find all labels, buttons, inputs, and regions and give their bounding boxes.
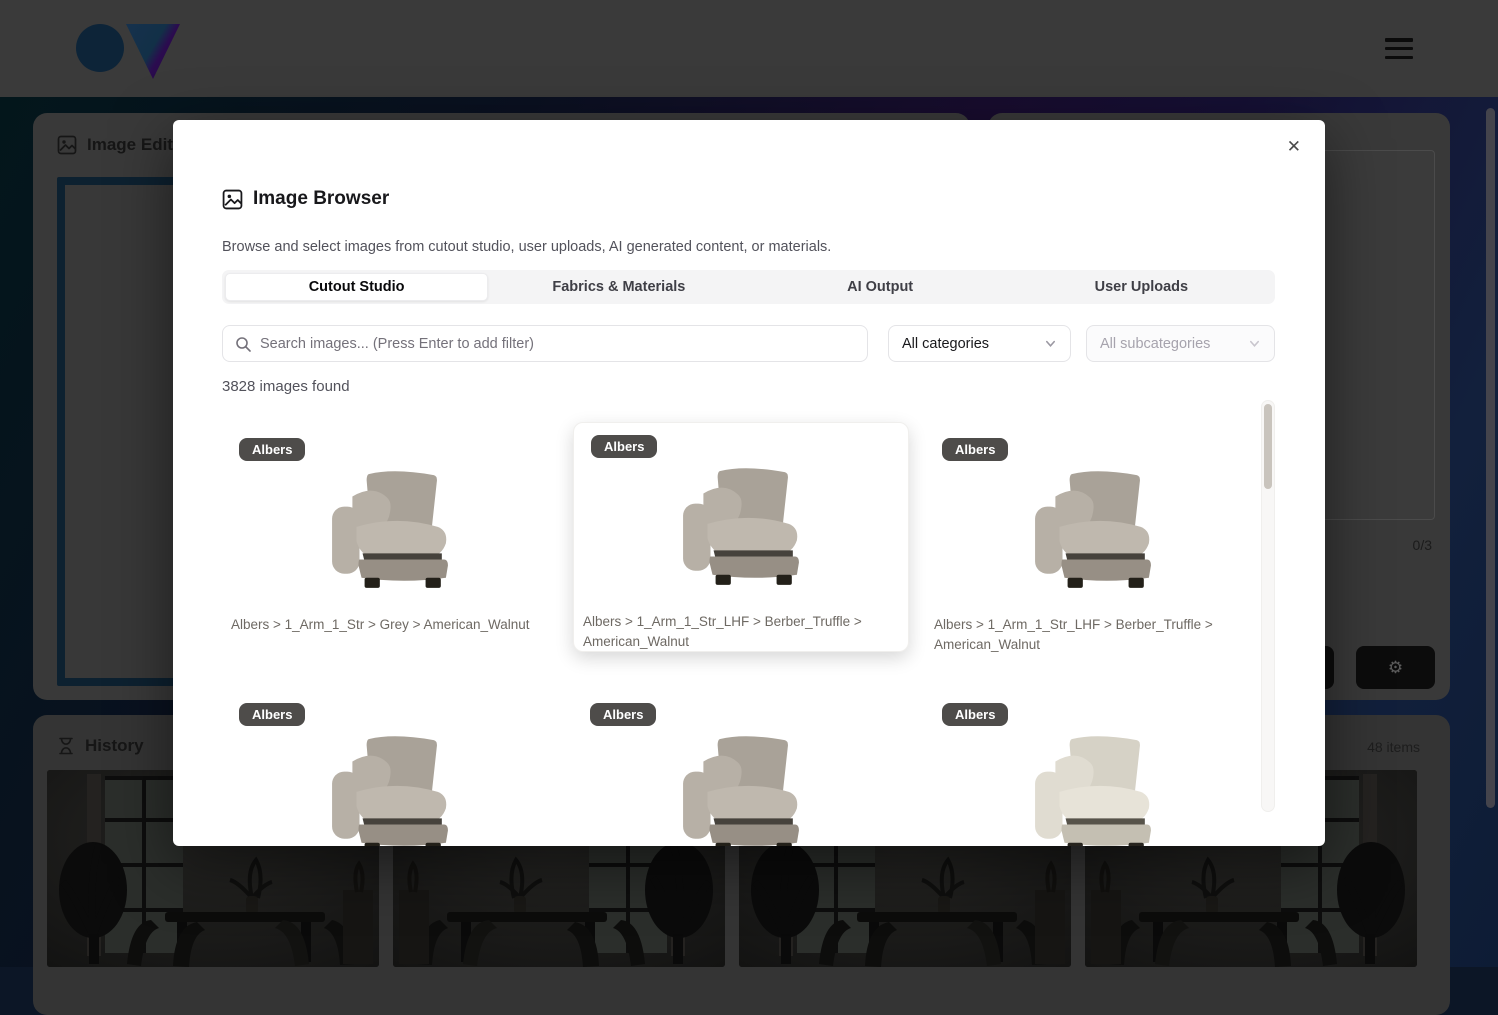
collection-badge: Albers bbox=[239, 703, 305, 726]
subcategory-select[interactable]: All subcategories bbox=[1086, 325, 1275, 362]
close-icon[interactable]: ✕ bbox=[1281, 132, 1307, 161]
gear-icon: ⚙ bbox=[1388, 658, 1403, 677]
chevron-down-icon bbox=[1248, 337, 1261, 350]
collection-badge: Albers bbox=[942, 703, 1008, 726]
results-count: 3828 images found bbox=[222, 378, 350, 395]
search-box bbox=[222, 325, 868, 362]
brand-logo bbox=[76, 13, 182, 83]
image-card[interactable]: Albers Albers > 1_Arm_1_Str_LHF > Berber… bbox=[925, 426, 1253, 656]
collection-badge: Albers bbox=[590, 703, 656, 726]
tab-fabrics-materials[interactable]: Fabrics & Materials bbox=[488, 273, 749, 301]
hourglass-icon bbox=[57, 737, 75, 755]
tab-user-uploads[interactable]: User Uploads bbox=[1011, 273, 1272, 301]
image-card[interactable]: Albers Albers > 1_Arm_1_Str > Grey > Ame… bbox=[222, 426, 558, 656]
source-tabs: Cutout Studio Fabrics & Materials AI Out… bbox=[222, 270, 1275, 304]
image-icon bbox=[222, 189, 243, 210]
page-scrollbar[interactable] bbox=[1484, 100, 1497, 960]
tab-cutout-studio[interactable]: Cutout Studio bbox=[225, 273, 488, 301]
armchair-image bbox=[328, 460, 452, 602]
category-select-value: All categories bbox=[902, 336, 989, 352]
search-icon bbox=[235, 336, 251, 352]
settings-button[interactable]: ⚙ bbox=[1356, 646, 1435, 689]
subcategory-select-value: All subcategories bbox=[1100, 336, 1210, 352]
armchair-image bbox=[328, 725, 452, 846]
collection-badge: Albers bbox=[239, 438, 305, 461]
history-items-count: 48 items bbox=[1367, 739, 1420, 755]
image-browser-modal: ✕ Image Browser Browse and select images… bbox=[173, 120, 1325, 846]
image-card[interactable]: Albers bbox=[573, 691, 909, 846]
modal-description: Browse and select images from cutout stu… bbox=[222, 239, 831, 255]
collection-badge: Albers bbox=[942, 438, 1008, 461]
collection-badge: Albers bbox=[591, 435, 657, 458]
tab-ai-output[interactable]: AI Output bbox=[750, 273, 1011, 301]
history-panel-title: History bbox=[85, 736, 144, 756]
image-icon bbox=[57, 135, 77, 155]
image-grid: Albers Albers > 1_Arm_1_Str > Grey > Ame… bbox=[213, 398, 1253, 846]
category-select[interactable]: All categories bbox=[888, 325, 1071, 362]
grid-scrollbar-thumb[interactable] bbox=[1264, 404, 1272, 489]
card-caption: Albers > 1_Arm_1_Str_LHF > Berber_Truffl… bbox=[934, 615, 1252, 654]
image-card[interactable]: Albers bbox=[925, 691, 1253, 846]
armchair-image bbox=[679, 725, 803, 846]
modal-title: Image Browser bbox=[253, 188, 389, 210]
card-caption: Albers > 1_Arm_1_Str_LHF > Berber_Truffl… bbox=[583, 612, 899, 651]
selection-counter: 0/3 bbox=[1413, 537, 1432, 553]
hamburger-menu-icon[interactable] bbox=[1385, 38, 1413, 59]
chevron-down-icon bbox=[1044, 337, 1057, 350]
armchair-image bbox=[1031, 725, 1155, 846]
image-card-hovered[interactable]: Albers Albers > 1_Arm_1_Str_LHF > Berber… bbox=[573, 422, 909, 652]
search-input[interactable] bbox=[260, 336, 855, 352]
armchair-image bbox=[1031, 460, 1155, 602]
grid-scrollbar[interactable] bbox=[1261, 400, 1275, 812]
app-header bbox=[0, 0, 1498, 97]
card-caption: Albers > 1_Arm_1_Str > Grey > American_W… bbox=[231, 615, 549, 635]
armchair-image bbox=[679, 457, 803, 599]
image-card[interactable]: Albers bbox=[222, 691, 558, 846]
page-scrollbar-thumb[interactable] bbox=[1486, 108, 1495, 808]
